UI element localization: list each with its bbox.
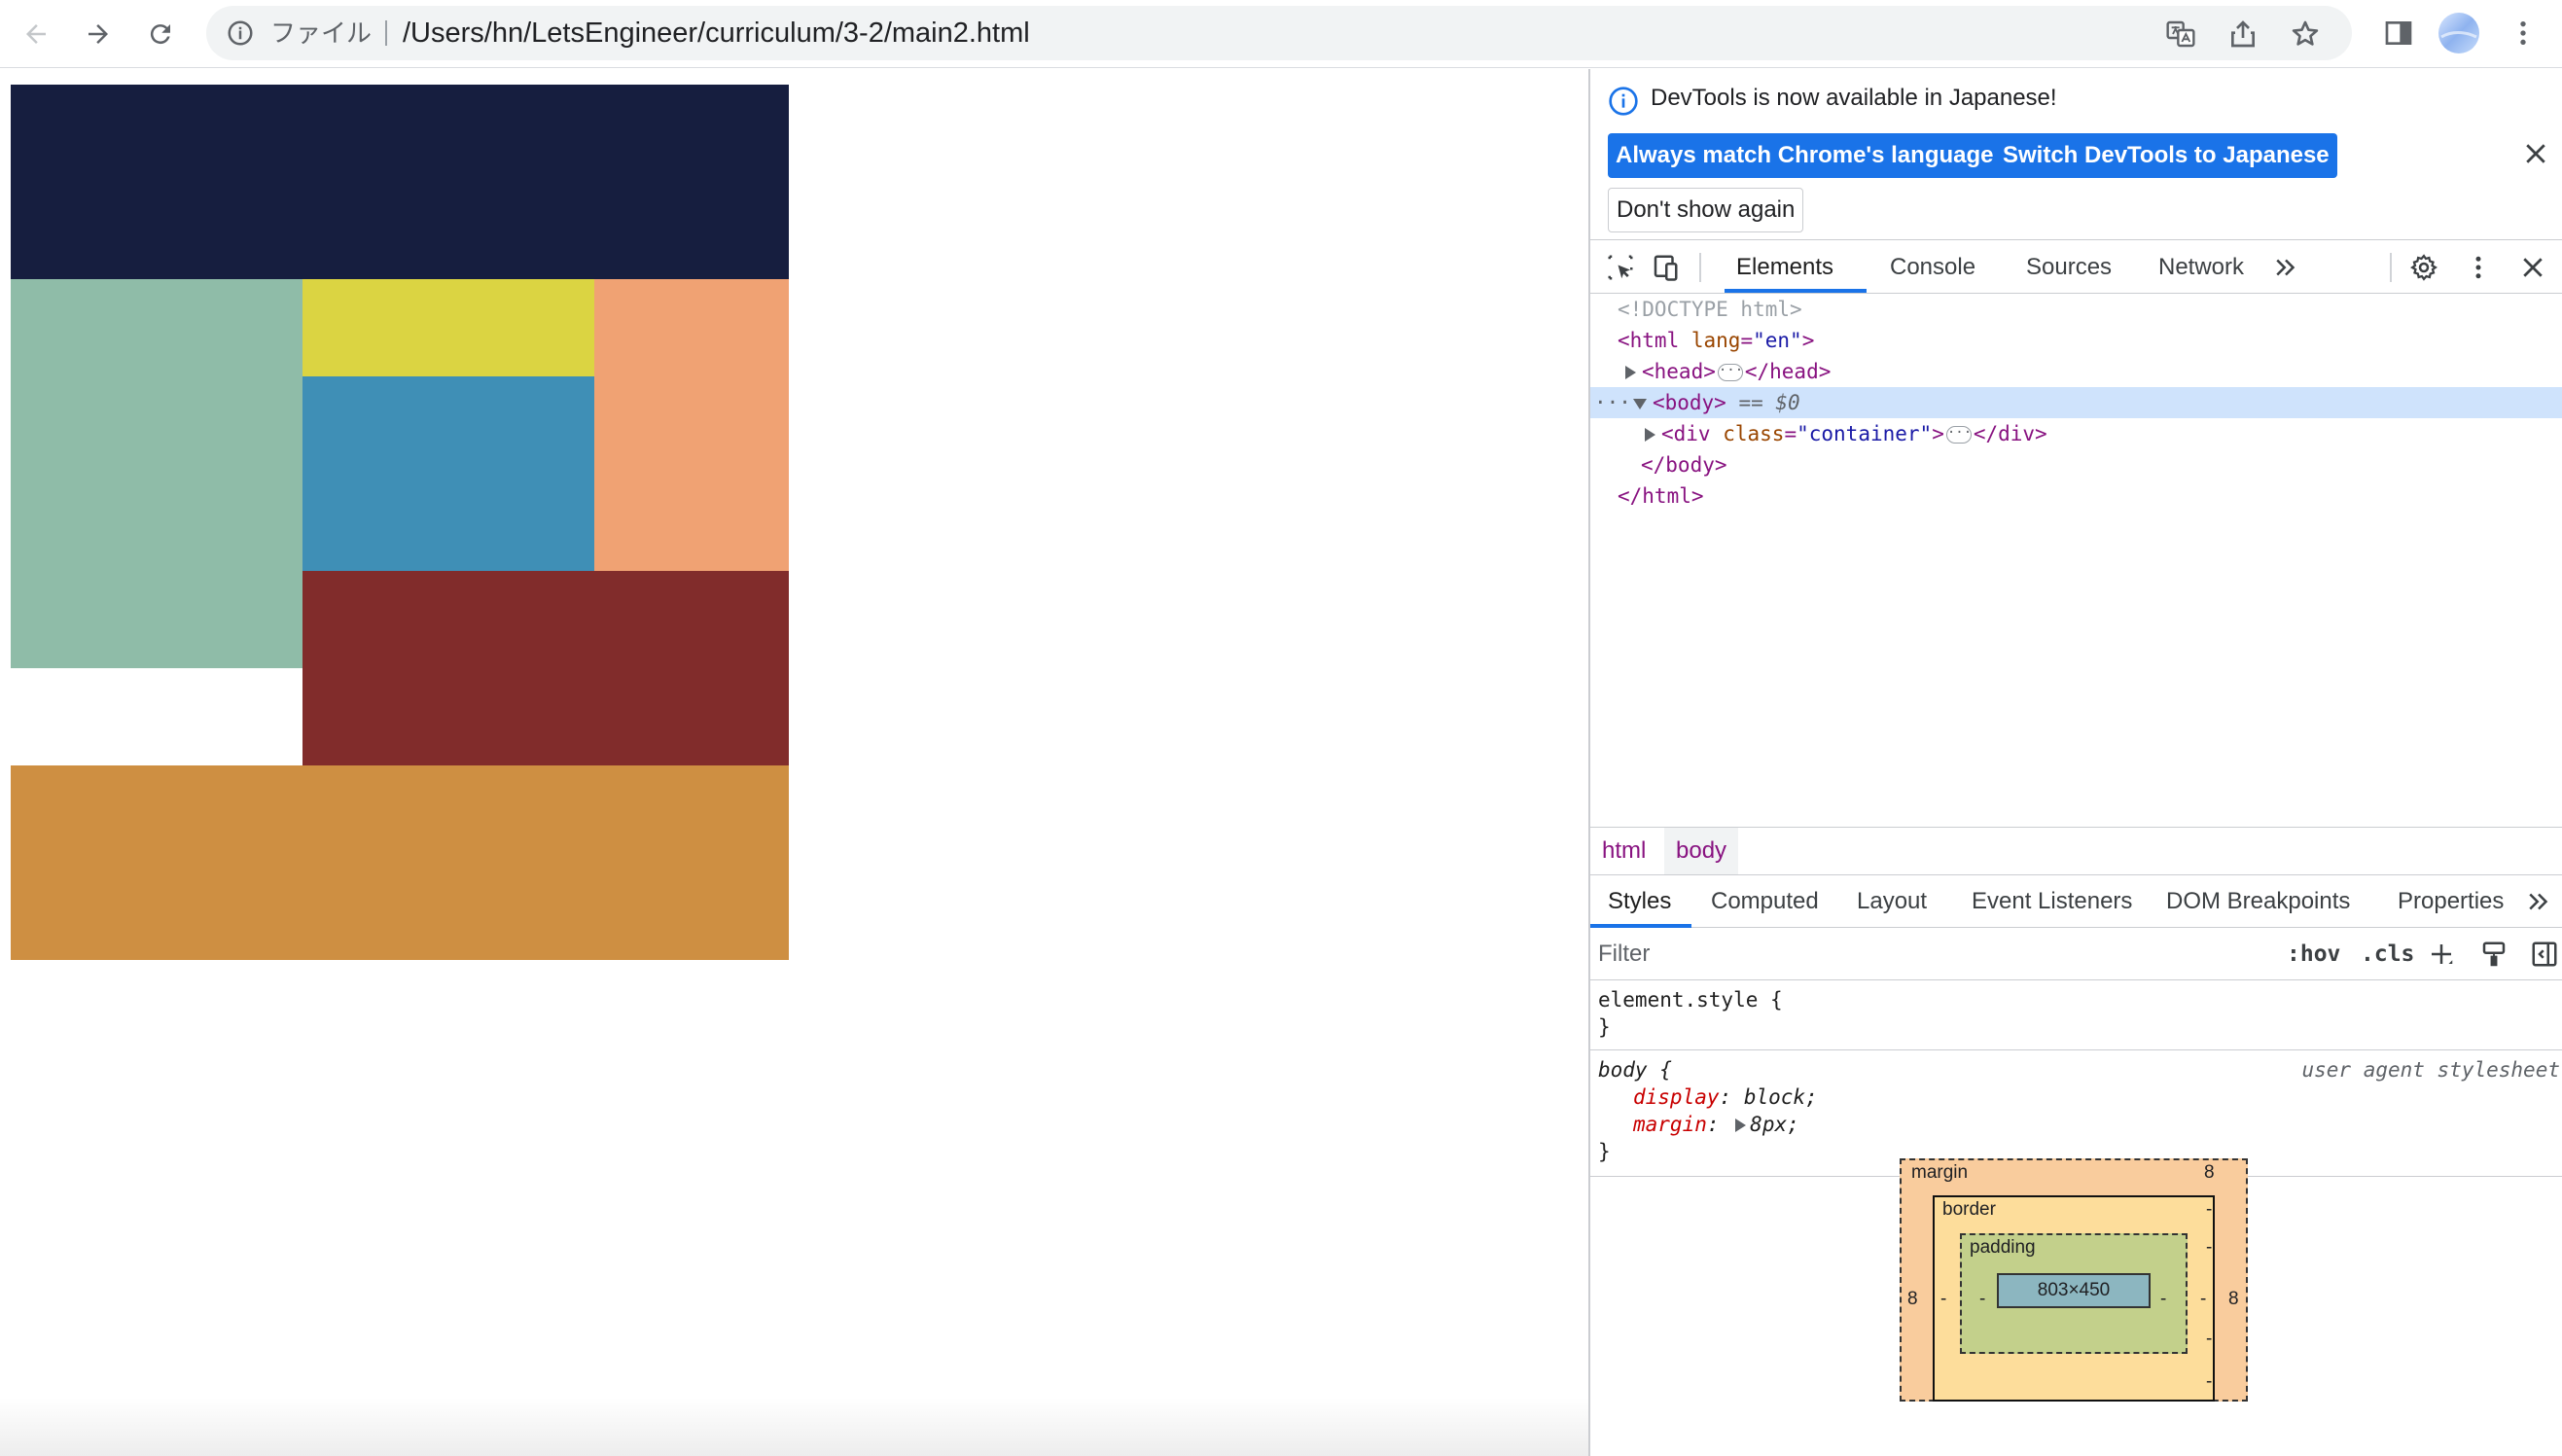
padding-left-value[interactable]: - (1979, 1289, 1985, 1310)
header-block (11, 85, 789, 279)
reload-button[interactable] (138, 12, 183, 56)
profile-avatar[interactable] (2437, 12, 2480, 54)
share-icon[interactable] (2227, 18, 2259, 50)
orange-block (594, 279, 789, 571)
border-right-value[interactable]: - (2200, 1289, 2206, 1310)
url-separator (385, 20, 387, 46)
kebab-menu-icon (2520, 21, 2526, 45)
margin-left-value[interactable]: 8 (1907, 1289, 1918, 1310)
browser-toolbar: ファイル /Users/hn/LetsEngineer/curriculum/3… (0, 0, 2562, 68)
status-fade (0, 1398, 1588, 1456)
margin-top-value[interactable]: 8 (2204, 1162, 2215, 1184)
side-panel-button[interactable] (2379, 14, 2418, 53)
padding-right-value[interactable]: - (2160, 1289, 2166, 1310)
forward-arrow-icon (89, 24, 108, 44)
back-arrow-icon (26, 24, 46, 44)
left-sidebar-block (11, 279, 302, 668)
yellow-block (302, 279, 594, 376)
border-left-value[interactable]: - (1940, 1289, 1946, 1310)
margin-right-value[interactable]: 8 (2228, 1289, 2239, 1310)
box-model-diagram: margin 8 8 8 border - - - - padding - - … (1590, 69, 2562, 1456)
padding-top-value[interactable]: - (2206, 1237, 2212, 1259)
forward-button[interactable] (76, 12, 121, 56)
browser-menu-button[interactable] (2504, 14, 2543, 53)
red-block (302, 571, 789, 765)
blue-block (302, 376, 594, 571)
address-bar[interactable]: ファイル /Users/hn/LetsEngineer/curriculum/3… (206, 6, 2352, 60)
margin-label: margin (1911, 1162, 1969, 1183)
footer-block (11, 765, 789, 960)
translate-icon[interactable] (2165, 18, 2196, 50)
reload-icon (150, 24, 170, 45)
padding-label: padding (1970, 1237, 2036, 1258)
border-bottom-value[interactable]: - (2206, 1371, 2212, 1393)
avatar-icon (2438, 13, 2479, 53)
box-model-content[interactable]: 803×450 (1997, 1273, 2151, 1308)
url-text[interactable]: /Users/hn/LetsEngineer/curriculum/3-2/ma… (403, 6, 1030, 60)
padding-bottom-value[interactable]: - (2206, 1329, 2212, 1350)
bookmark-star-icon[interactable] (2290, 18, 2321, 50)
side-panel-icon (2385, 21, 2412, 45)
devtools-panel: DevTools is now available in Japanese! A… (1588, 69, 2562, 1456)
url-scheme-label: ファイル (270, 18, 373, 48)
border-label: border (1942, 1199, 1996, 1220)
site-info-icon[interactable] (226, 18, 255, 48)
border-top-value[interactable]: - (2206, 1199, 2212, 1221)
page-viewport (0, 69, 1588, 1456)
back-button[interactable] (14, 12, 58, 56)
